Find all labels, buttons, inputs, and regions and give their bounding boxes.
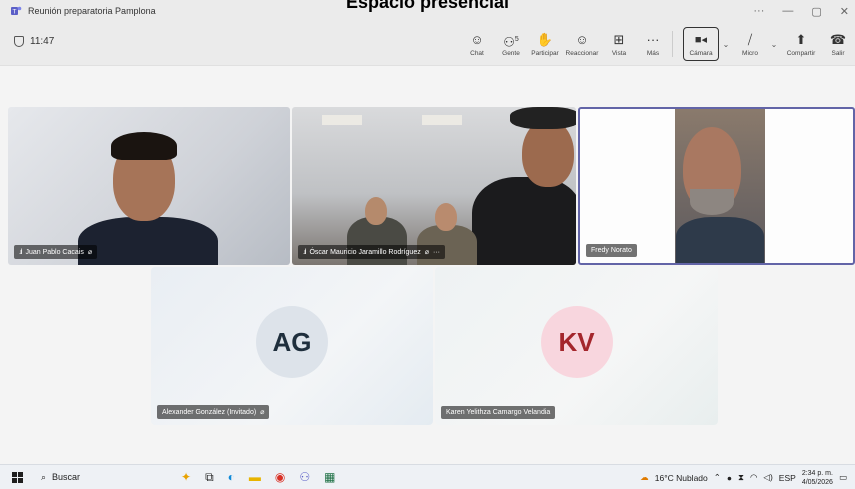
participant-figure <box>78 217 218 265</box>
participant-beard <box>690 189 734 215</box>
excel-icon[interactable]: ▦ <box>324 470 335 484</box>
avatar: AG <box>256 306 328 378</box>
mic-muted-icon: ⌀ <box>87 249 93 256</box>
raise-hand-label: Participar <box>531 49 559 57</box>
chat-button[interactable]: ☺ Chat <box>460 32 494 57</box>
ceiling-light <box>322 115 362 125</box>
smiley-icon: ☺ <box>575 31 589 47</box>
language-indicator[interactable]: ESP <box>779 473 796 483</box>
edge-icon[interactable]: ◐ <box>228 470 235 484</box>
share-icon: ⬆ <box>795 31 807 47</box>
avatar-tile-karen[interactable]: KV Karen Yelithza Camargo Velandia <box>435 267 718 425</box>
system-tray: ☁ 16°C Nublado ⌃ ● ⧗ ◠ ◁) ESP 2:34 p. m.… <box>640 465 847 489</box>
taskbar-clock[interactable]: 2:34 p. m. 4/05/2026 <box>802 469 833 487</box>
camera-label: Cámara <box>689 49 713 57</box>
react-label: Reaccionar <box>565 49 599 57</box>
camera-options-chevron-icon[interactable]: ⌄ <box>719 40 733 49</box>
avatar-tile-alexander[interactable]: AG Alexander González (Invitado) ⌀ <box>151 267 433 425</box>
mic-button[interactable]: ⧸ Micro <box>733 32 767 57</box>
toolbar-divider <box>672 31 673 57</box>
participant-nametag: .ıl Juan Pablo Cacais ⌀ <box>14 245 98 259</box>
grid-icon: ⊞ <box>613 31 625 47</box>
participant-nametag: Karen Yelithza Camargo Velandia <box>441 406 556 419</box>
widgets-icon[interactable]: ✦ <box>181 470 191 484</box>
shield-icon <box>14 36 24 47</box>
participant-nametag: Alexander González (Invitado) ⌀ <box>157 405 270 419</box>
participant-name: Óscar Mauricio Jaramillo Rodríguez <box>309 248 421 256</box>
view-label: Vista <box>611 49 627 57</box>
participant-figure <box>472 177 576 265</box>
leave-button[interactable]: ☎ Salir <box>821 32 855 57</box>
notifications-icon[interactable]: ▭ <box>839 472 847 483</box>
signal-icon: .ıl <box>303 248 307 256</box>
view-button[interactable]: ⊞ Vista <box>602 32 636 57</box>
ceiling-light <box>422 115 462 125</box>
camera-button[interactable]: ■◂ Cámara <box>683 27 719 61</box>
timer-text: 11:47 <box>30 36 55 47</box>
participant-name: Karen Yelithza Camargo Velandia <box>446 409 551 416</box>
raise-hand-button[interactable]: ✋ Participar <box>528 32 562 57</box>
more-label: Más <box>646 49 660 57</box>
weather-text[interactable]: 16°C Nublado <box>655 473 708 483</box>
signal-icon: .ıl <box>19 248 23 256</box>
video-tile-fredy-norato[interactable]: Fredy Norato <box>578 107 855 265</box>
participant-name: Alexander González (Invitado) <box>162 408 257 416</box>
leave-label: Salir <box>831 49 845 57</box>
chevron-up-icon[interactable]: ⌃ <box>714 472 721 483</box>
teams-taskbar-icon[interactable]: ⚇ <box>299 470 310 484</box>
weather-icon: ☁ <box>640 472 649 482</box>
windows-start-icon[interactable] <box>12 471 23 483</box>
participant-name: Juan Pablo Cacais <box>25 248 84 256</box>
participant-head <box>365 197 387 225</box>
avatar: KV <box>540 306 613 378</box>
file-explorer-icon[interactable]: ▬ <box>249 470 261 484</box>
participant-head <box>435 203 457 231</box>
task-view-icon[interactable]: ⧉ <box>205 470 214 485</box>
mic-muted-icon: ⧸ <box>747 31 753 47</box>
people-label: Gente <box>502 49 520 57</box>
participant-nametag: Fredy Norato <box>586 244 637 257</box>
meeting-timer: 11:47 <box>14 36 54 47</box>
mic-icon[interactable]: ● <box>727 473 732 483</box>
ellipsis-icon: ··· <box>646 31 660 47</box>
overlay-heading: Espacio presencial <box>345 0 510 12</box>
taskbar-search[interactable]: ⌕ Buscar <box>41 472 151 483</box>
people-icon: ⚇5 <box>503 33 519 49</box>
clock-date: 4/05/2026 <box>801 478 833 486</box>
network-icon[interactable]: ⧗ <box>738 472 744 483</box>
share-button[interactable]: ⬆ Compartir <box>781 32 821 57</box>
people-button[interactable]: ⚇5 Gente <box>494 32 528 57</box>
react-button[interactable]: ☺ Reaccionar <box>562 32 602 57</box>
wifi-icon[interactable]: ◠ <box>750 472 757 483</box>
meeting-toolbar: 11:47 ☺ Chat ⚇5 Gente ✋ Participar ☺ Rea… <box>0 22 855 66</box>
chat-icon: ☺ <box>470 31 484 47</box>
participant-nametag: .ıl Óscar Mauricio Jaramillo Rodríguez ⌀… <box>298 245 445 259</box>
participant-figure <box>676 217 764 263</box>
participant-name: Fredy Norato <box>591 247 632 254</box>
video-tile-oscar-mauricio[interactable]: .ıl Óscar Mauricio Jaramillo Rodríguez ⌀… <box>292 107 576 265</box>
people-count: 5 <box>514 35 519 43</box>
volume-icon[interactable]: ◁) <box>763 472 772 483</box>
search-label: Buscar <box>52 472 81 482</box>
participant-head <box>522 119 574 187</box>
video-tile-juan-pablo[interactable]: .ıl Juan Pablo Cacais ⌀ <box>8 107 290 265</box>
mic-muted-icon: ⌀ <box>424 249 429 256</box>
mic-label: Micro <box>742 49 758 57</box>
participant-hair <box>111 132 177 160</box>
camera-icon: ■◂ <box>694 33 708 46</box>
mic-options-chevron-icon[interactable]: ⌄ <box>767 40 781 49</box>
chrome-icon[interactable]: ◉ <box>275 470 285 484</box>
clock-time: 2:34 p. m. <box>801 469 833 477</box>
hand-icon: ✋ <box>536 31 554 47</box>
windows-taskbar: ⌕ Buscar ✦ ⧉ ◐ ▬ ◉ ⚇ ▦ ☁ 16°C Nublado ⌃ … <box>0 464 855 489</box>
more-button[interactable]: ··· Más <box>636 32 670 57</box>
chat-label: Chat <box>470 49 484 57</box>
more-options-icon[interactable]: ··· <box>433 249 440 256</box>
share-label: Compartir <box>786 49 816 57</box>
participant-cap <box>510 107 576 129</box>
search-icon: ⌕ <box>41 471 47 482</box>
mic-muted-icon: ⌀ <box>260 409 265 416</box>
phone-hangup-icon: ☎ <box>829 31 847 47</box>
